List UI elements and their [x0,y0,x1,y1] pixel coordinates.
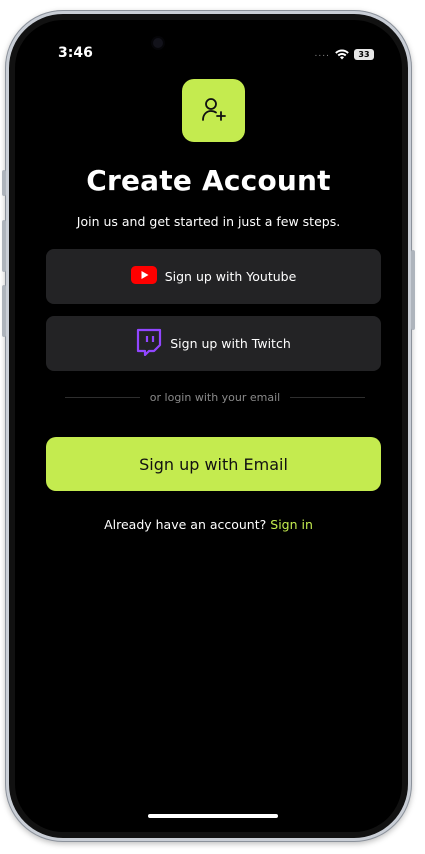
front-camera [153,38,163,48]
screen: 3:46 .... 33 Create Account Join us and … [15,20,402,832]
status-time: 3:46 [58,45,93,61]
phone-frame: 3:46 .... 33 Create Account Join us and … [2,10,415,842]
wifi-icon [335,45,349,64]
email-divider: or login with your email [65,391,366,404]
signin-link[interactable]: Sign in [270,517,313,532]
divider-line-right [290,397,366,398]
power-button [411,250,415,330]
twitch-signup-label: Sign up with Twitch [170,336,291,351]
page-title: Create Account [86,164,331,197]
bezel: 3:46 .... 33 Create Account Join us and … [9,14,408,838]
signin-prompt: Already have an account? Sign in [15,517,402,532]
signin-prompt-text: Already have an account? [104,517,267,532]
divider-text: or login with your email [149,391,281,404]
twitch-signup-button[interactable]: Sign up with Twitch [46,316,381,371]
battery-indicator: 33 [354,49,374,60]
status-indicators: .... 33 [315,45,374,64]
page-subtitle: Join us and get started in just a few st… [76,214,341,229]
app-logo [182,79,245,142]
add-user-icon [200,95,228,127]
email-signup-button[interactable]: Sign up with Email [46,437,381,491]
twitch-icon [136,328,162,359]
volume-down-button [2,285,6,337]
youtube-signup-label: Sign up with Youtube [164,269,297,284]
action-button [2,170,6,196]
divider-line-left [65,397,140,398]
home-indicator[interactable] [148,814,278,818]
signal-icon: .... [314,49,330,59]
youtube-signup-button[interactable]: Sign up with Youtube [46,249,381,304]
volume-up-button [2,220,6,272]
youtube-icon [130,266,157,287]
